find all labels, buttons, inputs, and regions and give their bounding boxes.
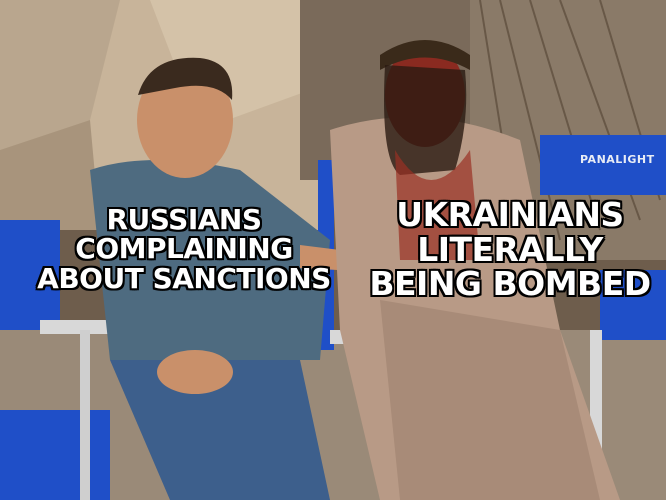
- left-caption-line: COMPLAINING: [75, 232, 293, 266]
- left-caption: RUSSIANS COMPLAINING ABOUT SANCTIONS: [34, 203, 334, 295]
- left-caption-line: ABOUT SANCTIONS: [37, 261, 331, 295]
- meme-image: PANALIGHT RUSSIANS COMPLAINING ABOUT SAN…: [0, 0, 666, 500]
- right-caption: UKRAINIANS LITERALLY BEING BOMBED: [360, 195, 660, 304]
- right-caption-line: LITERALLY: [417, 229, 603, 269]
- right-caption-line: BEING BOMBED: [369, 264, 651, 304]
- chair-label: PANALIGHT: [580, 153, 655, 166]
- left-caption-line: RUSSIANS: [106, 203, 262, 236]
- right-caption-line: UKRAINIANS: [396, 195, 624, 234]
